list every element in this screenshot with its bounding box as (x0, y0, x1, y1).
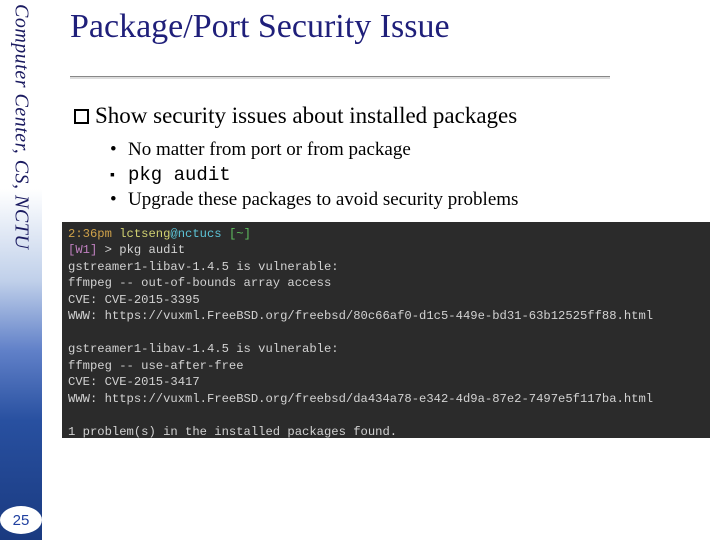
sub-bullet-item: Upgrade these packages to avoid security… (112, 189, 702, 211)
sub-bullet-text: Upgrade these packages to avoid security… (128, 189, 518, 210)
sub-bullet-item: pkg audit (112, 164, 702, 186)
page-number-badge: 25 (0, 506, 42, 534)
main-bullet-text: Show security issues about installed pac… (95, 103, 517, 128)
sub-bullet-item: No matter from port or from package (112, 139, 702, 161)
page-number: 25 (13, 512, 30, 529)
terminal-prompt-indicator: [W1] (68, 243, 97, 257)
main-bullet: Show security issues about installed pac… (74, 103, 702, 129)
terminal-output-line: CVE: CVE-2015-3395 (68, 293, 200, 307)
terminal-output-line: CVE: CVE-2015-3417 (68, 375, 200, 389)
terminal-output-line: 1 problem(s) in the installed packages f… (68, 425, 397, 438)
terminal-host: @nctucs (170, 227, 221, 241)
sub-bullet-code: pkg audit (128, 164, 231, 186)
terminal-output-line: ffmpeg -- out-of-bounds array access (68, 276, 331, 290)
sidebar-strip: Computer Center, CS, NCTU 25 (0, 0, 42, 540)
terminal-output-line: WWW: https://vuxml.FreeBSD.org/freebsd/d… (68, 392, 653, 406)
terminal-output-line: ffmpeg -- use-after-free (68, 359, 244, 373)
title-underline (70, 76, 610, 79)
checkbox-bullet-icon (74, 109, 89, 124)
slide: Computer Center, CS, NCTU 25 Package/Por… (0, 0, 720, 540)
terminal-output-line: gstreamer1-libav-1.4.5 is vulnerable: (68, 342, 339, 356)
slide-content: Package/Port Security Issue Show securit… (70, 8, 702, 214)
terminal-path: [~] (229, 227, 251, 241)
sidebar-org-text: Computer Center, CS, NCTU (10, 4, 33, 249)
sub-bullet-list: No matter from port or from package pkg … (112, 139, 702, 211)
terminal-output-line: WWW: https://vuxml.FreeBSD.org/freebsd/8… (68, 309, 653, 323)
terminal-command: pkg audit (119, 243, 185, 257)
sub-bullet-text: No matter from port or from package (128, 139, 411, 160)
terminal-prompt-symbol: > (105, 243, 112, 257)
terminal-screenshot: 2:36pm lctseng@nctucs [~] [W1] > pkg aud… (62, 222, 710, 438)
terminal-time: 2:36pm (68, 227, 112, 241)
terminal-user: lctseng (119, 227, 170, 241)
slide-title: Package/Port Security Issue (70, 8, 702, 46)
terminal-output-line: gstreamer1-libav-1.4.5 is vulnerable: (68, 260, 339, 274)
